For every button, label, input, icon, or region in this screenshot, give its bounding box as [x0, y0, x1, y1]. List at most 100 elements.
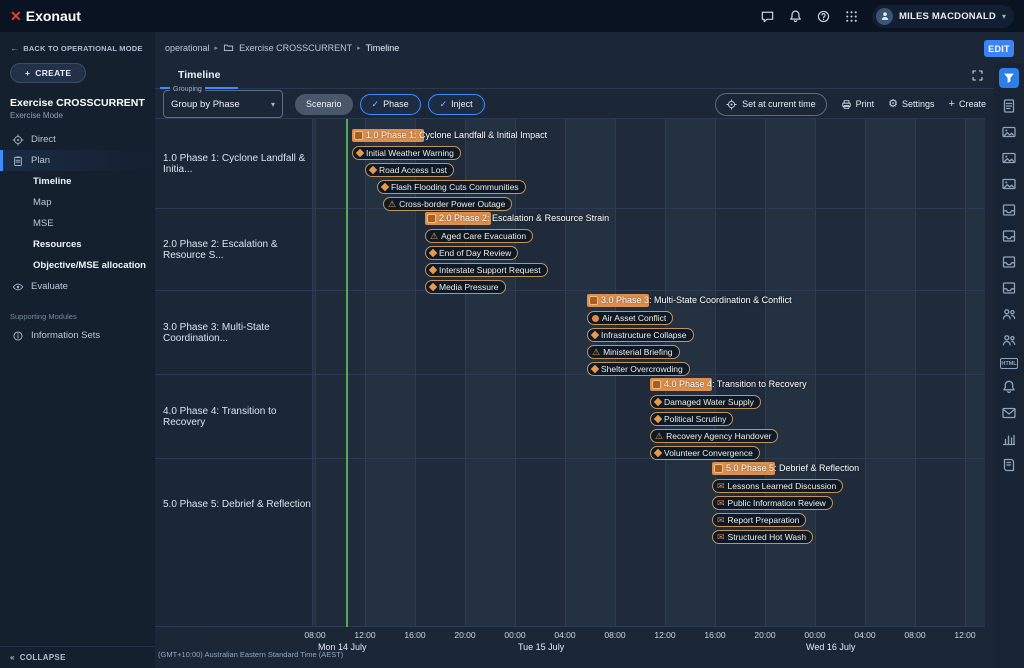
settings-button[interactable]: ⚙ Settings	[888, 99, 934, 110]
inject-chip[interactable]: Media Pressure	[425, 280, 506, 294]
envelope-icon: ✉	[717, 482, 725, 491]
sidebar-item-resources[interactable]: Resources	[0, 234, 155, 255]
mail-icon[interactable]	[1001, 405, 1017, 421]
phase-bar[interactable]: 5.0 Phase 5: Debrief & Reflection	[712, 462, 775, 475]
inject-chip[interactable]: Flash Flooding Cuts Communities	[377, 180, 526, 194]
sidebar-create-button[interactable]: + CREATE	[10, 63, 86, 83]
clipboard-icon	[12, 155, 24, 167]
diamond-icon	[591, 365, 599, 373]
inject-chip[interactable]: Infrastructure Collapse	[587, 328, 694, 342]
chat-icon[interactable]	[760, 9, 775, 24]
help-icon[interactable]	[816, 9, 831, 24]
inbox-tray-icon[interactable]	[1001, 202, 1017, 218]
notifications-bell-icon[interactable]	[788, 9, 803, 24]
inject-chip[interactable]: ✉Public Information Review	[712, 496, 833, 510]
print-button[interactable]: Print	[841, 99, 875, 110]
filter-chip-scenario[interactable]: Scenario	[295, 94, 353, 115]
inbox-tray-icon[interactable]	[1001, 228, 1017, 244]
phase-bar[interactable]: 4.0 Phase 4: Transition to Recovery	[650, 378, 712, 391]
inject-chip[interactable]: ⚠Recovery Agency Handover	[650, 429, 778, 443]
user-menu[interactable]: MILES MACDONALD ▾	[872, 5, 1014, 28]
inject-chip[interactable]: ⚠Cross-border Power Outage	[383, 197, 512, 211]
logo-x-icon: ✕	[10, 8, 22, 25]
inject-chip[interactable]: Air Asset Conflict	[587, 311, 673, 325]
phase-row-label-cell: 1.0 Phase 1: Cyclone Landfall & Initia..…	[155, 119, 313, 208]
sidebar-item-plan[interactable]: Plan	[0, 150, 155, 171]
html-icon[interactable]: HTML	[1000, 358, 1018, 369]
inject-chip[interactable]: Political Scrutiny	[650, 412, 733, 426]
filter-chip-inject[interactable]: ✓Inject	[428, 94, 485, 115]
fullscreen-icon[interactable]	[971, 69, 984, 82]
document-icon[interactable]	[1001, 98, 1017, 114]
sidebar-item-mse[interactable]: MSE	[0, 213, 155, 234]
diamond-icon	[381, 183, 389, 191]
inject-chip[interactable]: End of Day Review	[425, 246, 518, 260]
axis-day-label: Mon 14 July	[318, 642, 367, 652]
inject-chip[interactable]: Damaged Water Supply	[650, 395, 761, 409]
phase-bar[interactable]: 3.0 Phase 3: Multi-State Coordination & …	[587, 294, 649, 307]
back-arrow-icon: ←	[10, 43, 19, 53]
bell-icon[interactable]	[1001, 379, 1017, 395]
phase-row-label: 3.0 Phase 3: Multi-State Coordination...	[155, 291, 312, 375]
inject-chip[interactable]: ✉Report Preparation	[712, 513, 806, 527]
inject-chip[interactable]: Interstate Support Request	[425, 263, 548, 277]
diamond-icon	[429, 283, 437, 291]
sidebar-item-evaluate[interactable]: Evaluate	[0, 276, 155, 297]
inject-chip[interactable]: ⚠Aged Care Evacuation	[425, 229, 533, 243]
users-icon[interactable]	[1001, 332, 1017, 348]
tab-timeline[interactable]: Timeline	[160, 62, 238, 89]
inject-chip[interactable]: ✉Structured Hot Wash	[712, 530, 813, 544]
axis-tick-label: 12:00	[354, 630, 375, 640]
breadcrumb-item-timeline[interactable]: Timeline	[366, 43, 400, 53]
back-to-operational-mode-link[interactable]: ← BACK TO OPERATIONAL MODE	[0, 32, 155, 55]
create-button[interactable]: + Create	[949, 99, 986, 110]
phase-row-label: 5.0 Phase 5: Debrief & Reflection	[155, 459, 312, 549]
apps-grid-icon[interactable]	[844, 9, 859, 24]
grouping-label: Grouping	[170, 86, 205, 93]
filter-icon[interactable]	[999, 68, 1019, 88]
inject-chip[interactable]: ⚠Ministerial Briefing	[587, 345, 680, 359]
media-card-icon[interactable]	[1001, 124, 1017, 140]
eye-icon	[12, 281, 24, 293]
sidebar-item-information-sets[interactable]: Information Sets	[0, 325, 155, 346]
phase-bar[interactable]: 2.0 Phase 2: Escalation & Resource Strai…	[425, 212, 491, 225]
users-icon[interactable]	[1001, 306, 1017, 322]
phase-row-label-cell: 2.0 Phase 2: Escalation & Resource S...	[155, 209, 313, 290]
target-icon	[726, 99, 737, 110]
axis-day-label: Tue 15 July	[518, 642, 564, 652]
check-icon: ✓	[372, 99, 380, 110]
inject-chip[interactable]: ✉Lessons Learned Discussion	[712, 479, 843, 493]
exercise-title: Exercise CROSSCURRENT	[10, 97, 145, 109]
breadcrumb-item-operational[interactable]: operational	[165, 43, 210, 53]
inject-chip[interactable]: Shelter Overcrowding	[587, 362, 690, 376]
breadcrumb-item-exercise-crosscurrent[interactable]: Exercise CROSSCURRENT	[239, 43, 352, 53]
chart-icon[interactable]	[1001, 431, 1017, 447]
book-icon[interactable]	[1001, 457, 1017, 473]
inbox-tray-icon[interactable]	[1001, 254, 1017, 270]
sidebar-item-map[interactable]: Map	[0, 192, 155, 213]
timeline-row-1: 1.0 Phase 1: Cyclone Landfall & Initia..…	[155, 119, 985, 209]
media-card-icon[interactable]	[1001, 150, 1017, 166]
sidebar-item-objective-mse-allocation[interactable]: Objective/MSE allocation	[0, 255, 155, 276]
inject-chip[interactable]: Volunteer Convergence	[650, 446, 760, 460]
set-at-current-time-button[interactable]: Set at current time	[715, 93, 827, 116]
user-name: MILES MACDONALD	[899, 11, 996, 22]
right-toolbar: HTML	[994, 63, 1024, 668]
inject-chip[interactable]: Road Access Lost	[365, 163, 454, 177]
media-card-icon[interactable]	[1001, 176, 1017, 192]
axis-tick-label: 16:00	[704, 630, 725, 640]
inject-chip[interactable]: Initial Weather Warning	[352, 146, 461, 160]
collapse-sidebar-button[interactable]: « COLLAPSE	[0, 646, 155, 668]
axis-day-label: Wed 16 July	[806, 642, 855, 652]
edit-button[interactable]: EDIT	[984, 40, 1014, 57]
sidebar-item-direct[interactable]: Direct	[0, 129, 155, 150]
phase-bar[interactable]: 1.0 Phase 1: Cyclone Landfall & Initial …	[352, 129, 424, 142]
inbox-tray-icon[interactable]	[1001, 280, 1017, 296]
current-time-marker	[346, 119, 348, 627]
axis-tick-label: 20:00	[754, 630, 775, 640]
breadcrumb-separator-icon: ▸	[357, 44, 361, 52]
filter-chip-phase[interactable]: ✓Phase	[360, 94, 421, 115]
sidebar-item-timeline[interactable]: Timeline	[0, 171, 155, 192]
app-logo[interactable]: ✕ Exonaut	[10, 8, 81, 25]
grouping-select[interactable]: Grouping Group by Phase ▾	[163, 90, 283, 118]
